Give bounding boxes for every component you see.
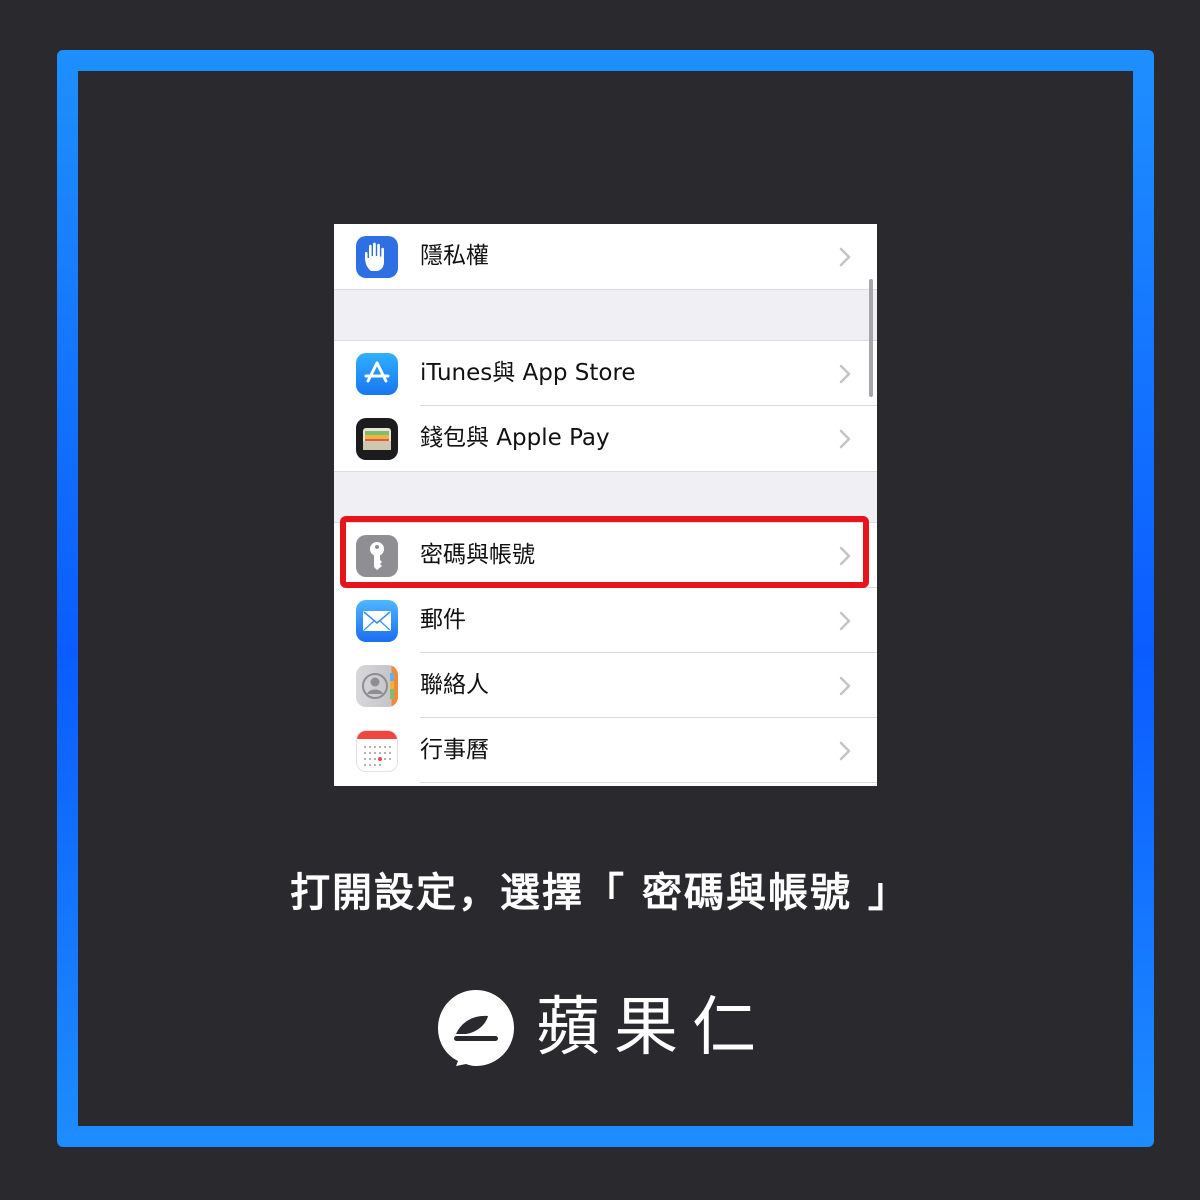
settings-row-label: 錢包與 Apple Pay xyxy=(420,425,610,451)
scroll-indicator[interactable] xyxy=(869,279,873,397)
settings-row-itunes-app-store[interactable]: iTunes與 App Store xyxy=(334,341,877,406)
section-gap xyxy=(334,289,877,341)
contacts-icon xyxy=(356,665,398,707)
chevron-right-icon xyxy=(839,741,851,761)
settings-row-privacy[interactable]: 隱私權 xyxy=(334,224,877,289)
settings-row-wallet-apple-pay[interactable]: 錢包與 Apple Pay xyxy=(334,406,877,471)
chevron-right-icon xyxy=(839,364,851,384)
brand-name: 蘋果仁 xyxy=(536,991,770,1065)
mail-icon xyxy=(356,600,398,642)
instruction-caption: 打開設定，選擇「 密碼與帳號 」 xyxy=(290,870,910,916)
app-store-icon xyxy=(356,353,398,395)
settings-row-label: 行事曆 xyxy=(420,737,489,763)
settings-row-mail[interactable]: 郵件 xyxy=(334,588,877,653)
applealmond-logo-icon xyxy=(438,990,514,1066)
settings-row-label: 隱私權 xyxy=(420,243,489,269)
calendar-icon xyxy=(356,730,398,772)
chevron-right-icon xyxy=(839,247,851,267)
brand-lockup: 蘋果仁 xyxy=(436,985,766,1071)
settings-row-label: 郵件 xyxy=(420,607,466,633)
settings-row-calendar[interactable]: 行事曆 xyxy=(334,718,877,783)
settings-row-label: iTunes與 App Store xyxy=(420,360,636,386)
settings-screenshot: 隱私權 iTunes與 App Store 錢包與 Apple Pay 密碼與帳… xyxy=(334,224,877,786)
highlight-box xyxy=(340,516,869,588)
chevron-right-icon xyxy=(839,676,851,696)
chevron-right-icon xyxy=(839,429,851,449)
settings-row-label: 聯絡人 xyxy=(420,672,489,698)
hand-icon xyxy=(356,236,398,278)
wallet-icon xyxy=(356,418,398,460)
row-separator xyxy=(420,782,877,783)
settings-row-contacts[interactable]: 聯絡人 xyxy=(334,653,877,718)
chevron-right-icon xyxy=(839,611,851,631)
